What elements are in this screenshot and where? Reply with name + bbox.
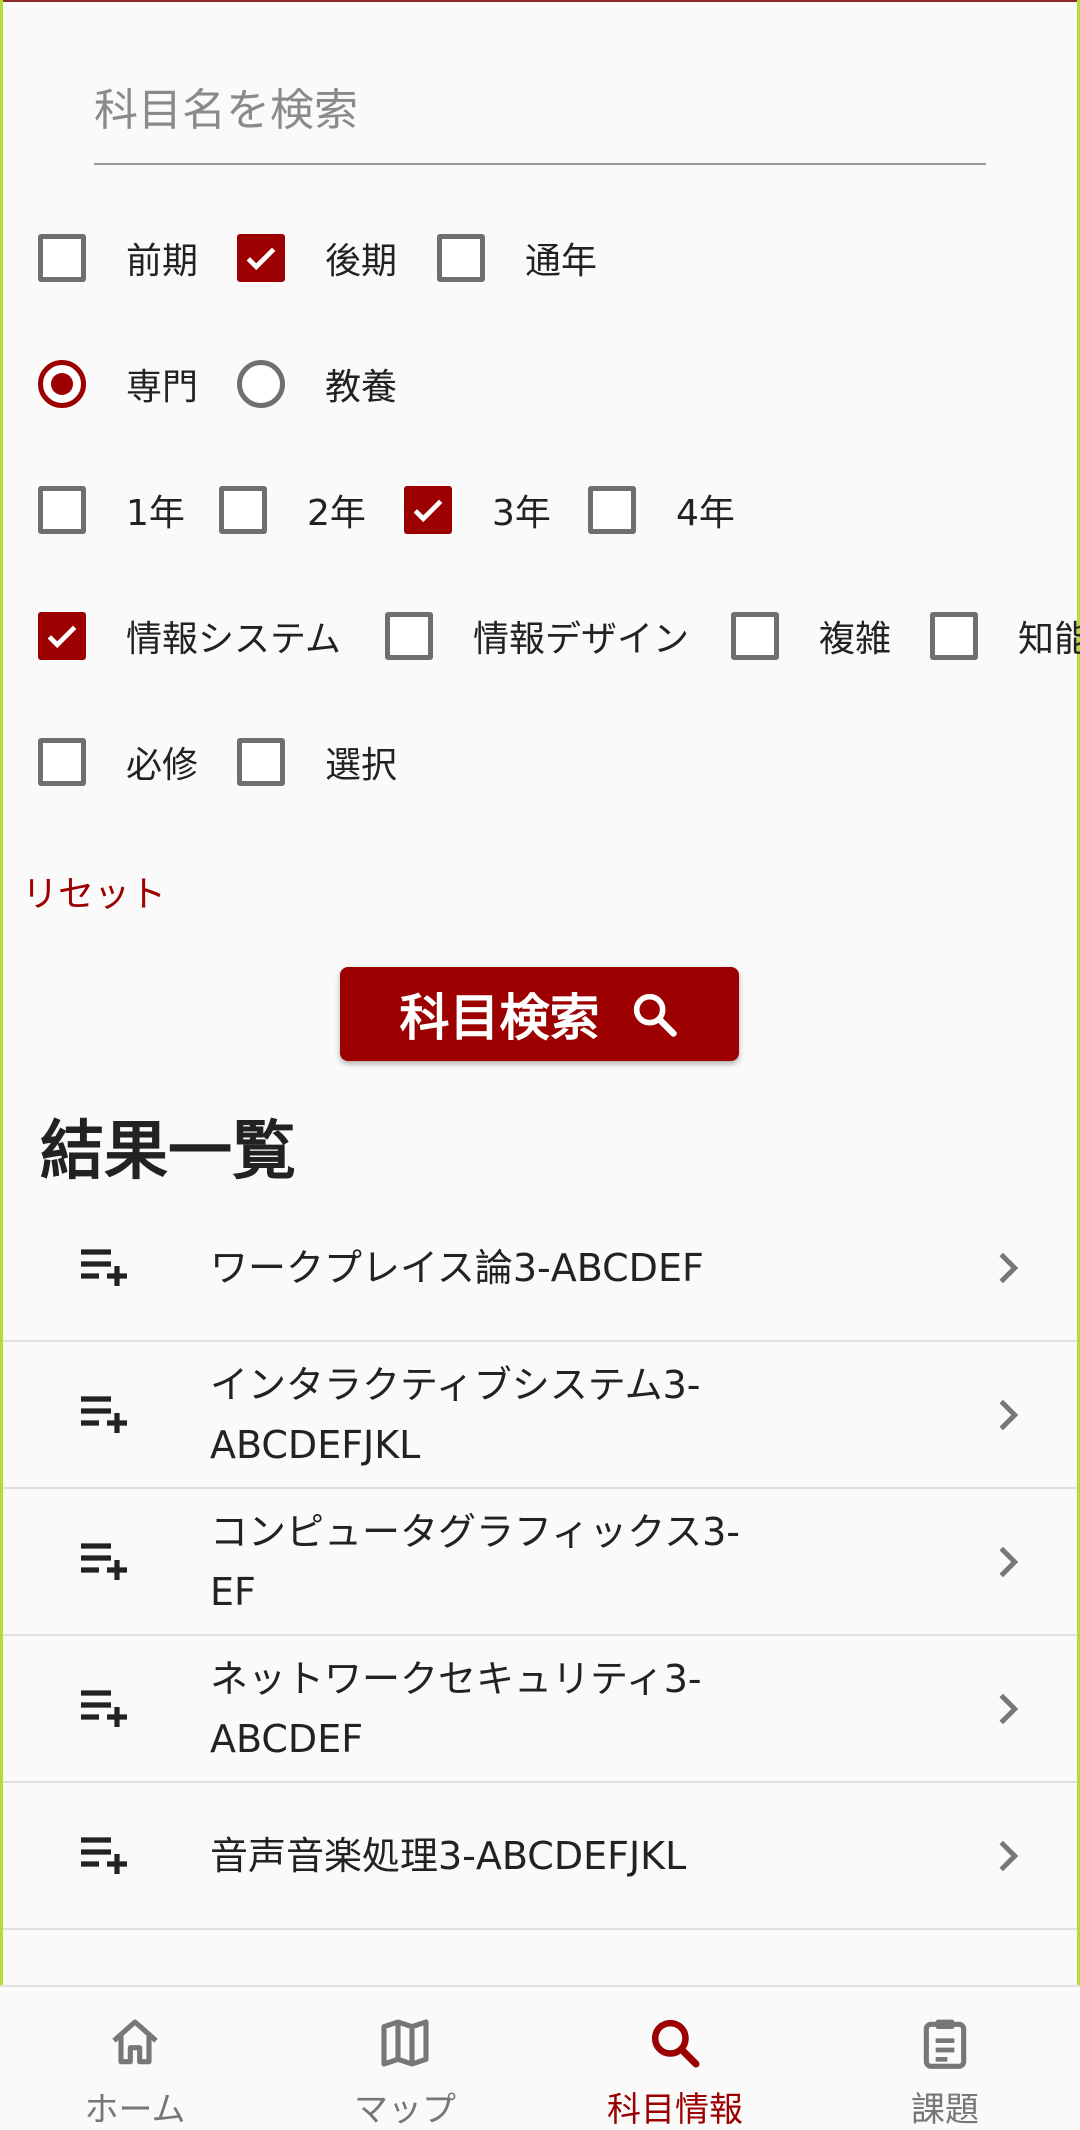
top-border bbox=[0, 0, 1080, 2]
result-title: 音声音楽処理3-ABCDEFJKL bbox=[210, 1833, 687, 1878]
result-title: ワークプレイス論3-ABCDEF bbox=[210, 1245, 704, 1290]
chevron-right-icon bbox=[999, 1693, 1019, 1724]
checkbox[interactable] bbox=[385, 612, 433, 660]
nav-item-home[interactable]: ホーム bbox=[0, 1987, 270, 2130]
checkbox-label: 複雑 bbox=[819, 619, 892, 660]
category-option-general[interactable]: 教養 bbox=[237, 344, 397, 424]
grade-option-3[interactable]: 3年 bbox=[404, 470, 551, 550]
check-icon bbox=[47, 625, 77, 649]
course-option-intelligence[interactable]: 知能 bbox=[930, 596, 1080, 676]
course-option-complex[interactable]: 複雑 bbox=[731, 596, 891, 676]
checkbox-label: 必修 bbox=[126, 745, 199, 786]
checkbox[interactable] bbox=[38, 234, 86, 282]
checkbox[interactable] bbox=[731, 612, 779, 660]
nav-label: マップ bbox=[354, 2090, 456, 2130]
checkbox-checked[interactable] bbox=[237, 234, 285, 282]
course-option-info-system[interactable]: 情報システム bbox=[38, 596, 341, 676]
requirement-filter-row: 必修 選択 bbox=[0, 722, 1080, 802]
nav-label: 科目情報 bbox=[607, 2090, 743, 2130]
check-icon bbox=[413, 499, 443, 523]
chevron-right-icon bbox=[999, 1399, 1019, 1430]
nav-label: 課題 bbox=[911, 2090, 979, 2130]
radio-label: 教養 bbox=[325, 367, 398, 408]
semester-option-second[interactable]: 後期 bbox=[237, 218, 397, 298]
requirement-option-elective[interactable]: 選択 bbox=[237, 722, 397, 802]
checkbox[interactable] bbox=[219, 486, 267, 534]
search-icon bbox=[651, 2019, 700, 2068]
result-row[interactable]: コンピュータグラフィックス3-EF bbox=[3, 1489, 1077, 1636]
checkbox-label: 2年 bbox=[307, 493, 366, 534]
search-input[interactable] bbox=[94, 60, 986, 160]
result-row[interactable]: ネットワークセキュリティ3-ABCDEF bbox=[3, 1636, 1077, 1783]
playlist-add-icon[interactable] bbox=[79, 1395, 135, 1435]
checkbox-label: 選択 bbox=[325, 745, 398, 786]
nav-label: ホーム bbox=[84, 2090, 186, 2130]
result-title: ネットワークセキュリティ3-ABCDEF bbox=[210, 1656, 702, 1761]
checkbox-label: 情報デザイン bbox=[473, 619, 690, 660]
checkbox[interactable] bbox=[38, 738, 86, 786]
checkbox-checked[interactable] bbox=[38, 612, 86, 660]
home-icon bbox=[112, 2019, 158, 2065]
checkbox-label: 4年 bbox=[676, 493, 735, 534]
course-option-info-design[interactable]: 情報デザイン bbox=[385, 596, 689, 676]
result-title: インタラクティブシステム3-ABCDEFJKL bbox=[210, 1362, 701, 1467]
result-title: コンピュータグラフィックス3-EF bbox=[210, 1509, 740, 1614]
chevron-right-icon bbox=[999, 1252, 1019, 1283]
result-row[interactable]: インタラクティブシステム3-ABCDEFJKL bbox=[3, 1342, 1077, 1489]
playlist-add-icon[interactable] bbox=[79, 1248, 135, 1288]
result-row[interactable]: 音声音楽処理3-ABCDEFJKL bbox=[3, 1783, 1077, 1930]
checkbox-label: 情報システム bbox=[126, 619, 341, 660]
course-search-button[interactable]: 科目検索 bbox=[340, 967, 739, 1061]
checkbox-label: 1年 bbox=[126, 493, 185, 534]
checkbox-checked[interactable] bbox=[404, 486, 452, 534]
requirement-option-required[interactable]: 必修 bbox=[38, 722, 198, 802]
chevron-right-icon bbox=[999, 1546, 1019, 1577]
nav-item-assignments[interactable]: 課題 bbox=[810, 1987, 1080, 2130]
checkbox-label: 前期 bbox=[126, 241, 199, 282]
checkbox[interactable] bbox=[237, 738, 285, 786]
result-row[interactable]: ワークプレイス論3-ABCDEF bbox=[3, 1195, 1077, 1342]
checkbox[interactable] bbox=[588, 486, 636, 534]
playlist-add-icon[interactable] bbox=[79, 1542, 135, 1582]
checkbox-label: 3年 bbox=[492, 493, 551, 534]
checkbox[interactable] bbox=[437, 234, 485, 282]
grade-option-4[interactable]: 4年 bbox=[588, 470, 735, 550]
course-filter-row: 情報システム 情報デザイン 複雑 知能 bbox=[0, 596, 1080, 676]
playlist-add-icon[interactable] bbox=[79, 1836, 135, 1876]
semester-option-first[interactable]: 前期 bbox=[38, 218, 198, 298]
semester-option-full-year[interactable]: 通年 bbox=[437, 218, 597, 298]
grade-option-2[interactable]: 2年 bbox=[219, 470, 366, 550]
grade-option-1[interactable]: 1年 bbox=[38, 470, 185, 550]
chevron-right-icon bbox=[999, 1840, 1019, 1871]
bottom-navigation: ホーム マップ 科目情報 課題 bbox=[0, 1985, 1080, 2130]
nav-item-map[interactable]: マップ bbox=[270, 1987, 540, 2130]
playlist-add-icon[interactable] bbox=[79, 1689, 135, 1729]
reset-button[interactable]: リセット bbox=[22, 865, 166, 917]
map-icon bbox=[381, 2019, 429, 2067]
category-option-specialized[interactable]: 専門 bbox=[38, 344, 198, 424]
checkbox[interactable] bbox=[38, 486, 86, 534]
semester-filter-row: 前期 後期 通年 bbox=[0, 218, 1080, 298]
radio-button-selected[interactable] bbox=[38, 360, 86, 408]
category-filter-row: 専門 教養 bbox=[0, 344, 1080, 424]
clipboard-icon bbox=[923, 2019, 967, 2069]
results-heading: 結果一覧 bbox=[40, 1115, 296, 1189]
grade-filter-row: 1年 2年 3年 4年 bbox=[0, 470, 1080, 550]
search-field bbox=[94, 60, 986, 165]
search-icon bbox=[633, 993, 677, 1037]
results-list: ワークプレイス論3-ABCDEF インタラクティブシステム3-ABCDEFJKL… bbox=[3, 1195, 1077, 1930]
course-search-button-label: 科目検索 bbox=[399, 989, 600, 1047]
checkbox-label: 後期 bbox=[325, 241, 398, 282]
nav-item-course-info[interactable]: 科目情報 bbox=[540, 1987, 810, 2130]
radio-button[interactable] bbox=[237, 360, 285, 408]
check-icon bbox=[246, 247, 276, 271]
checkbox-label: 知能 bbox=[1018, 619, 1080, 660]
radio-label: 専門 bbox=[126, 367, 199, 408]
checkbox-label: 通年 bbox=[525, 241, 598, 282]
checkbox[interactable] bbox=[930, 612, 978, 660]
